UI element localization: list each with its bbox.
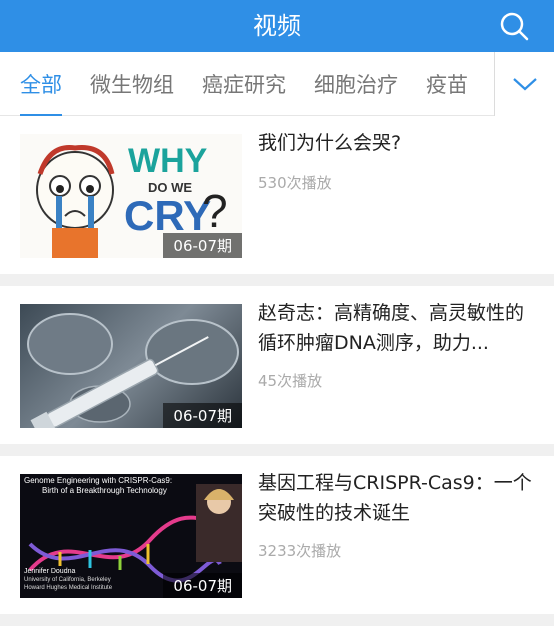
search-icon[interactable]: [498, 10, 530, 42]
thumb-heading-line1: Genome Engineering with CRISPR-Cas9:: [24, 476, 173, 485]
video-item[interactable]: WHY DO WE CRY ? 06-07期 我们为什么会哭? 530次播放: [0, 116, 554, 274]
video-item[interactable]: 06-07期 赵奇志：高精确度、高灵敏性的循环肿瘤DNA测序，助力... 45次…: [0, 286, 554, 444]
video-list: WHY DO WE CRY ? 06-07期 我们为什么会哭? 530次播放 0…: [0, 116, 554, 626]
play-count: 3233次播放: [258, 542, 342, 560]
play-count: 45次播放: [258, 372, 323, 390]
tab-cancer-research[interactable]: 癌症研究: [202, 69, 286, 99]
video-thumbnail[interactable]: Genome Engineering with CRISPR-Cas9: Bir…: [20, 474, 242, 598]
thumb-heading-line2: Birth of a Breakthrough Technology: [42, 486, 167, 495]
page-title: 视频: [253, 12, 301, 40]
video-title[interactable]: 基因工程与CRISPR-Cas9：一个突破性的技术诞生: [258, 468, 534, 528]
expand-tabs-button[interactable]: [494, 52, 554, 116]
thumb-question-mark: ?: [202, 185, 228, 237]
video-title[interactable]: 我们为什么会哭?: [258, 128, 534, 158]
issue-badge: 06-07期: [163, 573, 242, 598]
video-thumbnail[interactable]: 06-07期: [20, 304, 242, 428]
play-count: 530次播放: [258, 174, 332, 192]
issue-badge: 06-07期: [163, 403, 242, 428]
tab-all[interactable]: 全部: [20, 69, 62, 117]
tab-microbiome[interactable]: 微生物组: [90, 69, 174, 99]
thumb-why-text: WHY: [128, 142, 208, 180]
video-title[interactable]: 赵奇志：高精确度、高灵敏性的循环肿瘤DNA测序，助力...: [258, 298, 534, 358]
tab-cell-therapy[interactable]: 细胞治疗: [314, 69, 398, 99]
video-thumbnail[interactable]: WHY DO WE CRY ? 06-07期: [20, 134, 242, 258]
thumb-affiliation-1: University of California, Berkeley: [24, 577, 111, 583]
app-header: 视频: [0, 0, 554, 52]
thumb-speaker-name: Jennifer Doudna: [24, 568, 76, 575]
thumb-affiliation-2: Howard Hughes Medical Institute: [24, 585, 113, 591]
chevron-down-icon: [512, 78, 537, 91]
issue-badge: 06-07期: [163, 233, 242, 258]
category-tabs: 全部 微生物组 癌症研究 细胞治疗 疫苗: [0, 52, 554, 117]
video-item[interactable]: Genome Engineering with CRISPR-Cas9: Bir…: [0, 456, 554, 614]
tab-vaccine[interactable]: 疫苗: [426, 69, 468, 99]
